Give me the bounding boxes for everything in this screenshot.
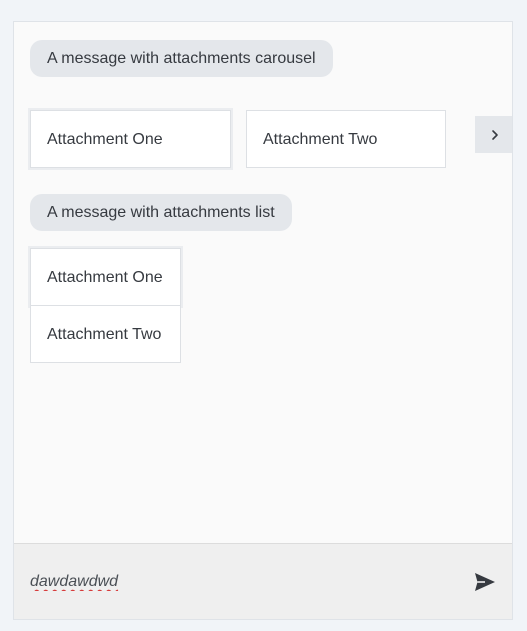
send-button[interactable]: [472, 570, 498, 594]
attachment-card[interactable]: Attachment Two: [246, 110, 446, 168]
chevron-right-icon: [489, 129, 501, 141]
message-bubble: A message with attachments carousel: [30, 40, 333, 77]
attachment-list-item[interactable]: Attachment Two: [30, 306, 181, 363]
chat-window: A message with attachments carousel Atta…: [13, 21, 513, 620]
message-input[interactable]: [30, 570, 450, 594]
attachment-list-item[interactable]: Attachment One: [30, 248, 181, 306]
send-icon: [474, 572, 496, 592]
message-composer: [14, 543, 512, 619]
message-list: A message with attachments carousel Atta…: [14, 22, 512, 543]
attachment-card[interactable]: Attachment One: [30, 110, 231, 168]
carousel-next-button[interactable]: [475, 116, 512, 153]
message-bubble: A message with attachments list: [30, 194, 292, 231]
